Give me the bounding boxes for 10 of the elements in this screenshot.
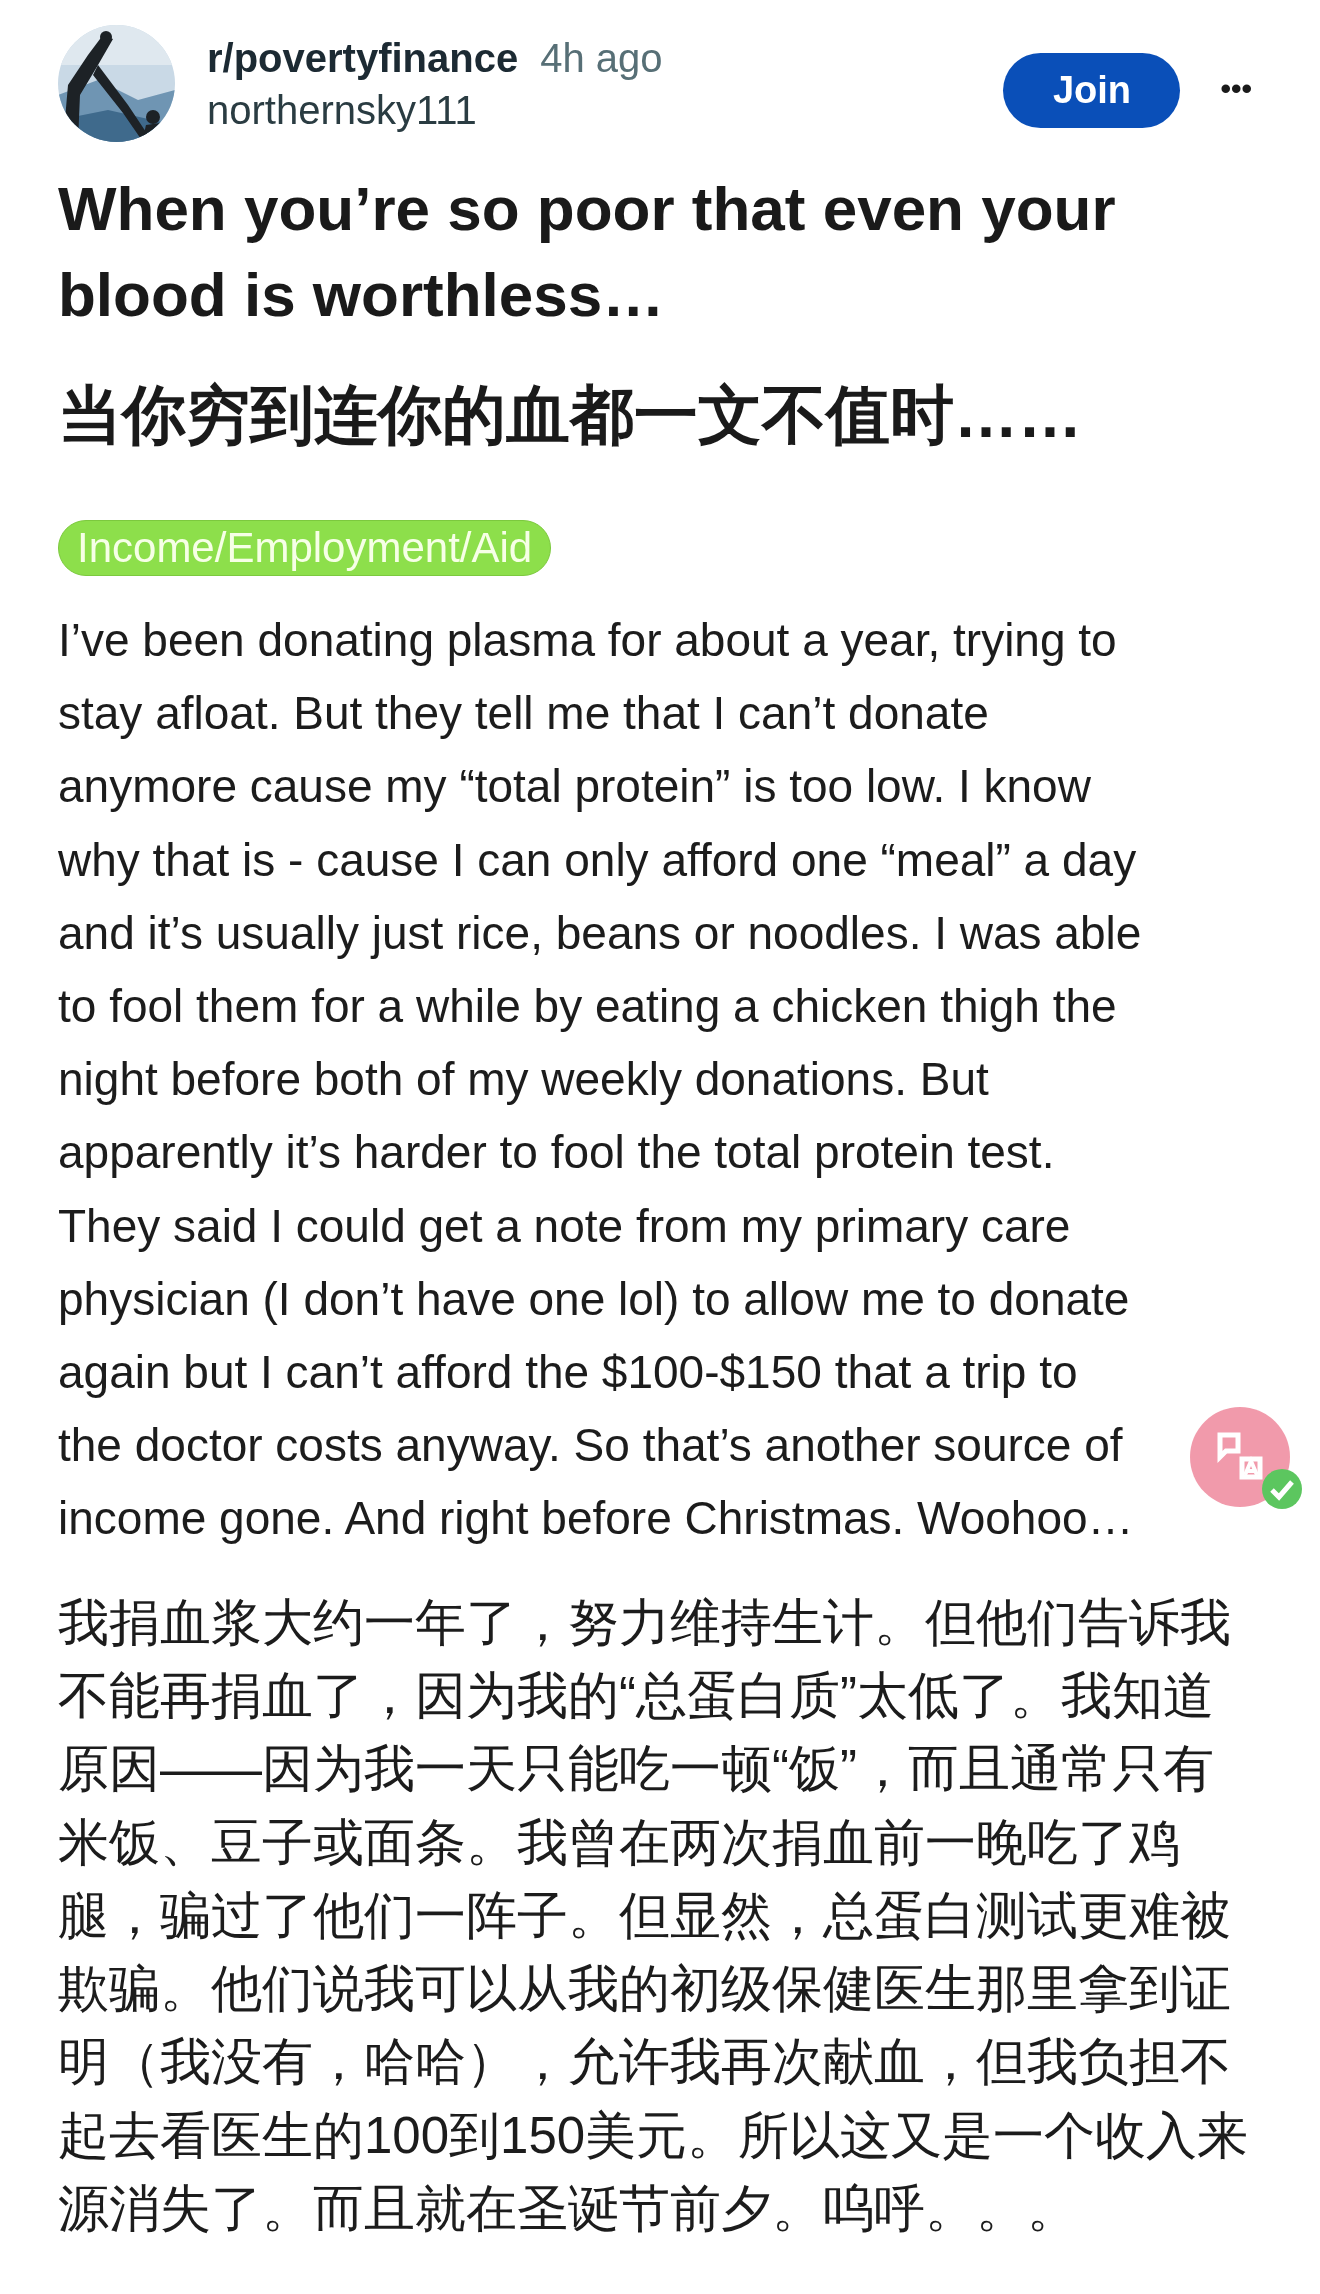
join-button[interactable]: Join [1003,53,1181,128]
subreddit-name[interactable]: r/povertyfinance [207,33,519,82]
post-body: I’ve been donating plasma for about a year, trying to stay afloat. But they tell me that I can’t donate anymore cause my “total protein” is too low. I know why that is - cause I can only afford one “meal” a day and it’s usually just rice, beans or noodles. I was able to fool them for a while by eating a chicken thigh the night before both of my weekly donations. But apparently it’s harder to fool the total protein test. They said I could get a note from my primary care physician (I don’t have one lol) to allow me to donate again but I can’t afford the $100-$150 that a trip to the doctor costs anyway. So that’s another source of income gone. And right before Christmas. Woohoo… [58,613,1142,1547]
check-icon [1262,1469,1302,1509]
post-title: When you’re so poor that even your blood is worthless… [58,173,1117,331]
translated-title: 当你穷到连你的血都一文不值时…… [58,378,1083,453]
translated-body: 我捐血浆大约一年了，努力维持生计。但他们告诉我 不能再捐血了，因为我的“总蛋白质”太低了。我知道 原因——因为我一天只能吃一顿“饭”，而且通常只有 米饭、豆子或面条。我曾在两次捐血前一晚吃了鸡 腿，骗过了他们一阵子。但显然，总蛋白测试更难被 欺骗。他们说我可以从我的初级保健医生那里拿到证 明（我没有，哈哈），允许我再次献血，但我负担不 起去看医生的100到150美元。所以这又是一个收入来 源消失了。而且就在圣诞节前夕。呜呼。。。 [58,1592,1250,2239]
post-time: 4h ago [540,34,663,82]
author-name[interactable]: northernsky111 [207,85,663,134]
more-options-button[interactable]: ••• [1220,66,1252,111]
